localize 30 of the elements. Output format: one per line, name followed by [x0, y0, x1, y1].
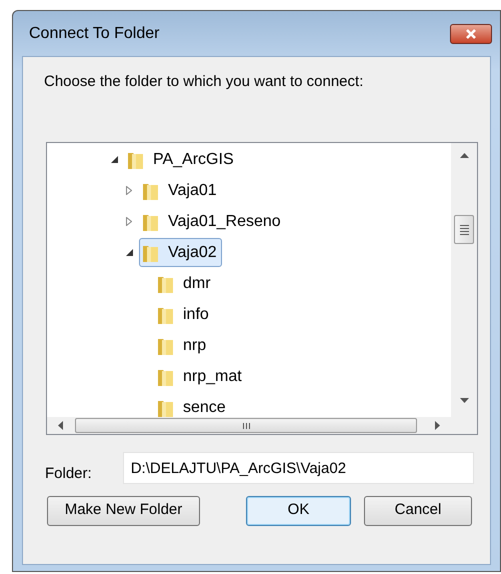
- expand-arrow-icon[interactable]: [124, 186, 134, 196]
- scroll-down-icon[interactable]: [460, 398, 468, 403]
- tree-item[interactable]: Vaja02: [139, 238, 222, 267]
- tree-item[interactable]: Vaja01_Reseno: [139, 207, 286, 236]
- tree-item[interactable]: Vaja01: [139, 176, 222, 205]
- instruction-text: Choose the folder to which you want to connect:: [44, 72, 364, 91]
- dialog-button[interactable]: OK: [246, 496, 351, 526]
- scroll-right-icon[interactable]: [435, 421, 440, 430]
- tree-item[interactable]: sence: [154, 393, 231, 417]
- folder-field[interactable]: D:\DELAJTU\PA_ArcGIS\Vaja02: [122, 452, 474, 484]
- scroll-left-icon[interactable]: [58, 421, 63, 430]
- scroll-up-icon[interactable]: [460, 153, 468, 158]
- horizontal-scrollbar[interactable]: [47, 417, 477, 434]
- dialog-button[interactable]: Cancel: [364, 496, 472, 526]
- vertical-scrollbar[interactable]: [451, 143, 477, 417]
- collapse-arrow-icon[interactable]: [124, 248, 134, 258]
- tree-item[interactable]: nrp_mat: [154, 362, 247, 391]
- tree-item[interactable]: dmr: [154, 269, 216, 298]
- tree-item[interactable]: nrp: [154, 331, 212, 360]
- close-button[interactable]: [450, 24, 492, 44]
- scrollbar-thumb[interactable]: [75, 418, 417, 433]
- tree-item[interactable]: info: [154, 300, 214, 329]
- expand-arrow-icon[interactable]: [124, 216, 134, 226]
- close-icon: [465, 28, 477, 38]
- tree-item[interactable]: PA_ArcGIS: [124, 145, 239, 174]
- folder-label: Folder:: [45, 464, 92, 484]
- dialog-button[interactable]: Make New Folder: [47, 496, 200, 526]
- scrollbar-thumb[interactable]: [454, 215, 474, 244]
- window-title: Connect To Folder: [29, 24, 160, 44]
- collapse-arrow-icon[interactable]: [109, 154, 119, 164]
